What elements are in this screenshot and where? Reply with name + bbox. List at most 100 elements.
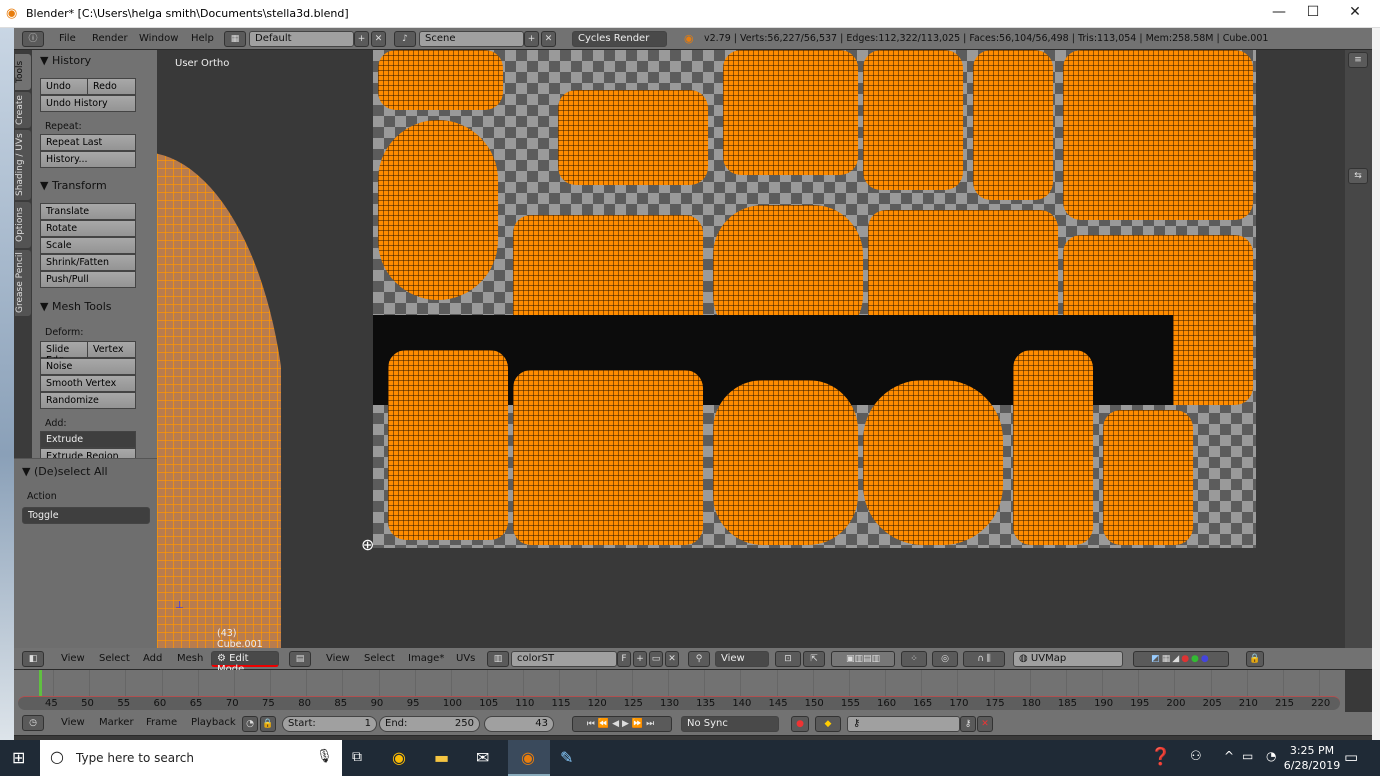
lock-icon[interactable]: 🔒 [1246,651,1264,667]
end-frame-field[interactable]: End: 250 [379,716,480,732]
delete-scene-icon[interactable]: ✕ [541,31,556,47]
paint-app-icon[interactable]: ✎ [560,748,573,767]
select-mode-icons[interactable]: ▣▥▤▥ [831,651,895,667]
sticky-select-icon[interactable]: ⁘ [901,651,927,667]
search-box[interactable]: ○ Type here to search 🎙 [40,740,342,776]
menu-select[interactable]: Select [364,653,395,664]
mesh-tools-panel-header[interactable]: ▼ Mesh Tools [40,300,112,313]
menu-playback[interactable]: Playback [191,717,236,728]
insert-key-icon[interactable]: ⚷ [960,716,976,732]
menu-view[interactable]: View [61,717,85,728]
help-icon[interactable]: ❓ [1150,747,1171,767]
scene-icon[interactable]: ♪ [394,31,416,47]
file-explorer-icon[interactable]: ▬ [434,748,449,767]
sync-select[interactable]: No Sync [681,716,779,732]
undo-history-button[interactable]: Undo History [40,95,136,112]
rotate-button[interactable]: Rotate [40,220,136,237]
image-name-field[interactable]: colorST [511,651,617,667]
undo-button[interactable]: Undo [40,78,88,95]
scale-button[interactable]: Scale [40,237,136,254]
mail-icon[interactable]: ✉ [476,748,489,767]
delete-key-icon[interactable]: ✕ [977,716,993,732]
snap-icon[interactable]: ∩ ⫼ [963,651,1005,667]
tab-create[interactable]: Create [15,92,31,128]
screen-layout-icon[interactable]: ▦ [224,31,246,47]
render-engine-select[interactable]: Cycles Render [572,31,667,47]
vertex-slide-button[interactable]: Vertex [87,341,136,358]
add-layout-icon[interactable]: + [354,31,369,47]
repeat-last-button[interactable]: Repeat Last [40,134,136,151]
wifi-icon[interactable]: ◔ [1266,749,1276,763]
close-button[interactable]: ✕ [1340,4,1370,24]
3d-viewport[interactable]: User Ortho (43) Cube.001 ⊥ [157,50,281,648]
menu-image[interactable]: Image* [408,653,444,664]
open-image-icon[interactable]: ▭ [649,651,663,667]
history-button[interactable]: History... [40,151,136,168]
tab-options[interactable]: Options [15,202,31,248]
redo-button[interactable]: Redo [87,78,136,95]
menu-frame[interactable]: Frame [146,717,177,728]
blender-taskbar-button[interactable]: ◉ [508,740,550,776]
uv-image-editor[interactable]: ⊕ [281,50,1345,648]
image-browse-icon[interactable]: ▥ [487,651,509,667]
maximize-button[interactable]: ☐ [1298,4,1328,24]
clock-time[interactable]: 3:25 PM [1287,744,1337,757]
current-frame-indicator[interactable] [38,670,42,696]
tab-grease-pencil[interactable]: Grease Pencil [15,250,31,316]
shrink-fatten-button[interactable]: Shrink/Fatten [40,254,136,271]
windows-start-icon[interactable]: ⊞ [12,748,25,767]
notifications-icon[interactable]: ▭ [1344,748,1358,766]
menu-view[interactable]: View [326,653,350,664]
new-image-icon[interactable]: + [633,651,647,667]
menu-marker[interactable]: Marker [99,717,134,728]
info-editor-icon[interactable]: ⓘ [22,31,44,47]
pin-icon[interactable]: ⚲ [688,651,710,667]
timeline[interactable]: 45 50 55 60 65 70 75 80 85 90 95 100 105 110 115 120 125… [14,670,1345,712]
lock-range-icon[interactable]: 🔒 [260,716,276,732]
show-hidden-icons[interactable]: ^ [1224,749,1234,763]
scopes-toggle-icon[interactable]: ⇆ [1348,168,1368,184]
2d-cursor-icon[interactable]: ⊕ [361,535,374,554]
menu-uvs[interactable]: UVs [456,653,475,664]
slide-edge-button[interactable]: Slide Edg [40,341,88,366]
unlink-image-icon[interactable]: ✕ [665,651,679,667]
scene-field[interactable]: Scene [419,31,524,47]
menu-window[interactable]: Window [139,33,178,44]
proportional-edit-icon[interactable]: ◎ [932,651,958,667]
microphone-icon[interactable]: 🎙 [316,749,333,764]
tab-tools[interactable]: Tools [15,54,31,90]
start-frame-field[interactable]: Start: 1 [282,716,377,732]
menu-file[interactable]: File [59,33,76,44]
task-view-icon[interactable]: ⧉ [352,749,362,765]
menu-select[interactable]: Select [99,653,130,664]
menu-view[interactable]: View [61,653,85,664]
uv-map-field[interactable]: ◍ UVMap [1013,651,1123,667]
translate-button[interactable]: Translate [40,203,136,220]
current-frame-field[interactable]: 43 [484,716,554,732]
keying-set-field[interactable]: ⚷ [847,716,960,732]
delete-layout-icon[interactable]: ✕ [371,31,386,47]
battery-icon[interactable]: ▭ [1242,749,1253,763]
view-mode-select[interactable]: View [715,651,769,667]
fake-user-button[interactable]: F [617,651,631,667]
record-icon[interactable]: ● [791,716,809,732]
minimize-button[interactable]: — [1264,4,1294,24]
editor-type-image-icon[interactable]: ▤ [289,651,311,667]
menu-mesh[interactable]: Mesh [177,653,203,664]
push-pull-button[interactable]: Push/Pull [40,271,136,288]
menu-add[interactable]: Add [143,653,162,664]
layout-field[interactable]: Default [249,31,354,47]
properties-toggle-icon[interactable]: ≡ [1348,52,1368,68]
people-icon[interactable]: ⚇ [1190,749,1202,764]
pivot-icon[interactable]: ⊡ [775,651,801,667]
editor-type-timeline-icon[interactable]: ◷ [22,715,44,731]
editor-type-3d-icon[interactable]: ◧ [22,651,44,667]
transform-panel-header[interactable]: ▼ Transform [40,179,107,192]
mode-select[interactable]: ⚙ Edit Mode [211,651,279,675]
playback-controls[interactable]: ⏮⏪◀▶⏩⏭ [572,716,672,732]
history-panel-header[interactable]: ▼ History [40,54,91,67]
operator-panel-header[interactable]: ▼ (De)select All [22,465,108,478]
clock-date[interactable]: 6/28/2019 [1282,759,1342,772]
smooth-vertex-button[interactable]: Smooth Vertex [40,375,136,392]
menu-render[interactable]: Render [92,33,128,44]
